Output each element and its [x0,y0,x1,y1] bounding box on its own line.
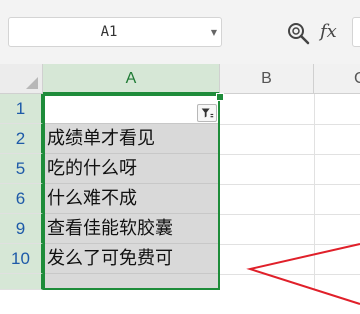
cell[interactable]: 吃的什么呀 [43,154,220,184]
red-arrow-annotation [246,243,360,305]
filter-icon[interactable] [197,104,217,122]
name-box-value: A1 [100,24,118,40]
zoom-formula-icon[interactable] [286,21,312,45]
gridline [220,154,360,155]
row-header[interactable]: 10 [0,244,43,274]
name-box[interactable]: A1 ▼ [8,17,222,47]
selection-handle[interactable] [216,93,224,101]
formula-input[interactable] [352,17,360,47]
column-header-c[interactable]: C [314,64,360,94]
fx-icon[interactable]: fx [320,21,337,43]
row-header[interactable]: 5 [0,154,43,184]
gridline [220,124,360,125]
row-header[interactable]: 2 [0,124,43,154]
cell[interactable]: 成绩单才看见 [43,124,220,154]
select-all-button[interactable] [0,64,43,94]
row-header[interactable]: 1 [0,94,43,124]
select-all-triangle-icon [26,77,38,89]
row-header[interactable]: 9 [0,214,43,244]
toolbar: A1 ▼ fx [0,0,360,64]
row-header[interactable]: 6 [0,184,43,214]
gridline [220,184,360,185]
spreadsheet-grid: A B C 1 2 5 6 9 10 成绩单才看见 吃的什么呀 什么难不成 查看… [0,64,360,305]
cell[interactable]: 发么了可免费可 [43,244,220,274]
column-header-b[interactable]: B [220,64,314,94]
chevron-down-icon[interactable]: ▼ [211,29,217,37]
cell-a1[interactable] [43,94,220,124]
row-header[interactable] [0,274,43,290]
column-header-a[interactable]: A [43,64,220,94]
cell[interactable]: 什么难不成 [43,184,220,214]
cell[interactable]: 查看佳能软胶囊 [43,214,220,244]
